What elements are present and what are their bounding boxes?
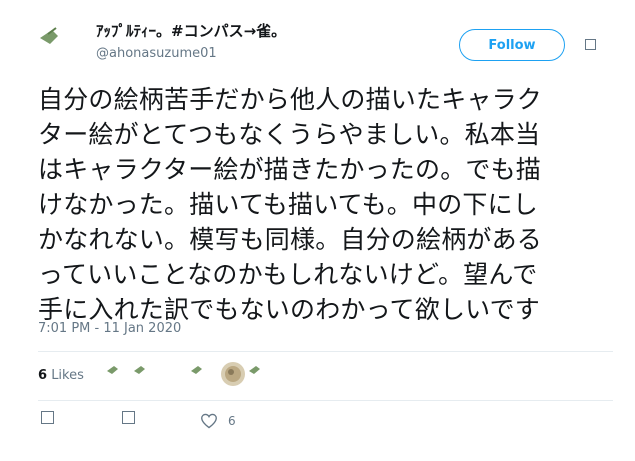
- liker-avatar-2[interactable]: [133, 362, 157, 386]
- likes-number: 6: [38, 368, 48, 383]
- tweet-line: ター絵がとてつもなくうらやましい。私本当: [38, 120, 541, 149]
- tweet-line: けなかった。描いても描いても。中の下にし: [38, 190, 539, 219]
- reply-icon[interactable]: [41, 411, 54, 424]
- liker-avatar-5[interactable]: [248, 362, 272, 386]
- tweet-text: 自分の絵柄苦手だから他人の描いたキャラク ター絵がとてつもなくうらやましい。私本当…: [38, 82, 613, 327]
- follow-button[interactable]: Follow: [459, 29, 565, 61]
- liker-avatar-3[interactable]: [190, 362, 214, 386]
- author-avatar[interactable]: [38, 22, 86, 70]
- liker-avatar-1[interactable]: [106, 362, 130, 386]
- tweet-header: ｱｯﾌﾟﾙﾃｨｰ。#コンパス→雀。 @ahonasuzume01 Follow: [0, 0, 635, 80]
- likes-row: 6 Likes: [0, 352, 635, 400]
- liker-avatar-4[interactable]: [221, 362, 245, 386]
- divider: [38, 400, 613, 401]
- like-icon[interactable]: [200, 413, 218, 429]
- tweet-line: 自分の絵柄苦手だから他人の描いたキャラク: [38, 85, 543, 114]
- display-name[interactable]: ｱｯﾌﾟﾙﾃｨｰ。#コンパス→雀。: [96, 20, 286, 41]
- more-options-icon[interactable]: [585, 39, 596, 50]
- tweet-line: かなれない。模写も同様。自分の絵柄がある: [38, 225, 543, 254]
- likes-count[interactable]: 6 Likes: [38, 368, 84, 383]
- tweet-line: っていいことなのかもしれないけど。望んで: [38, 260, 538, 289]
- like-count: 6: [228, 414, 236, 428]
- user-handle[interactable]: @ahonasuzume01: [96, 46, 217, 61]
- retweet-icon[interactable]: [122, 411, 135, 424]
- tweet-line: はキャラクター絵が描きたかったの。でも描: [38, 155, 542, 184]
- tweet-timestamp[interactable]: 7:01 PM - 11 Jan 2020: [38, 321, 181, 336]
- likes-label: Likes: [51, 368, 84, 383]
- tweet-actions: 6: [0, 404, 635, 434]
